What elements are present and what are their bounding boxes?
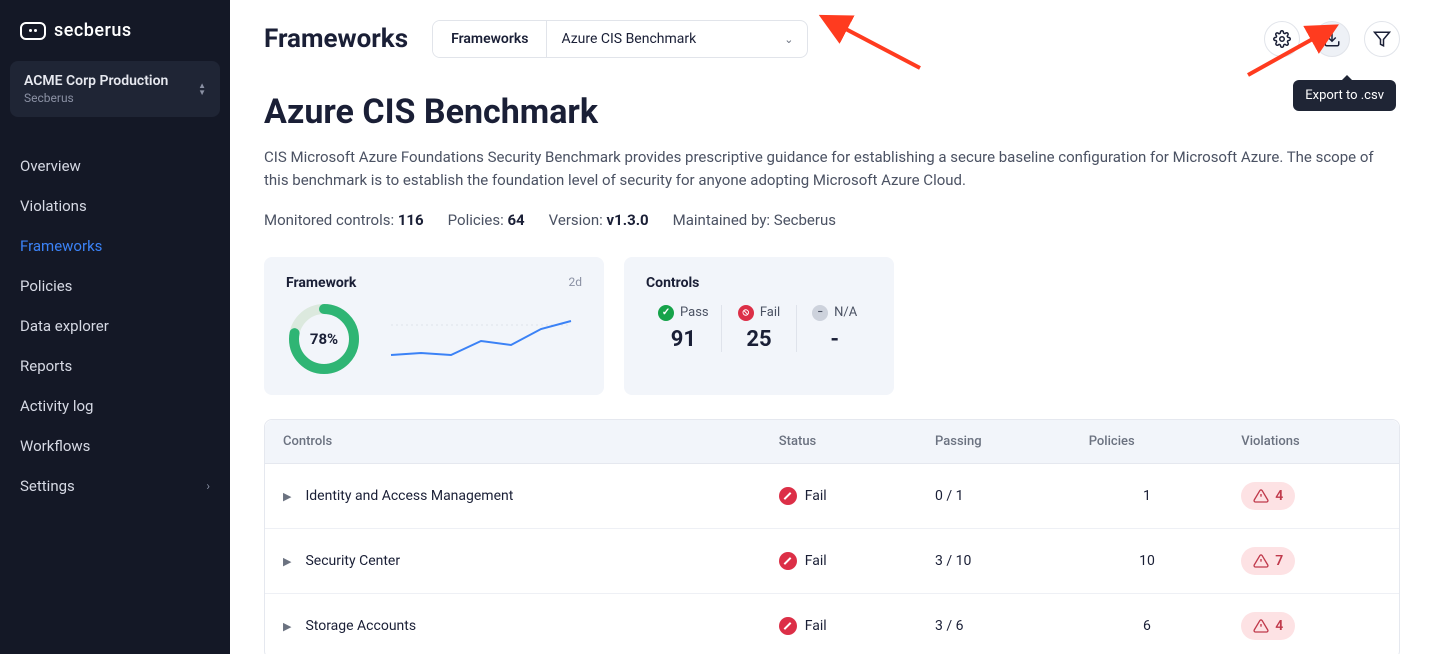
nav-violations[interactable]: Violations [0, 187, 230, 225]
expand-icon[interactable]: ▶ [283, 555, 291, 568]
controls-fail: ⦸Fail 25 [722, 305, 798, 352]
controls-table: Controls Status Passing Policies Violati… [264, 419, 1400, 654]
framework-description: CIS Microsoft Azure Foundations Security… [264, 146, 1384, 193]
page-title: Frameworks [264, 24, 408, 54]
table-row[interactable]: ▶ Security Center Fail 3 / 10 10 7 [265, 529, 1399, 594]
policies-cell: 10 [1071, 529, 1224, 594]
framework-title: Azure CIS Benchmark [264, 92, 1400, 132]
settings-button[interactable] [1264, 21, 1300, 57]
control-name: Storage Accounts [305, 618, 416, 634]
export-button[interactable] [1314, 21, 1350, 57]
main-nav: Overview Violations Frameworks Policies … [0, 137, 230, 515]
controls-card: Controls ✓Pass 91 ⦸Fail 25 −N/A - [624, 257, 894, 395]
fail-status-icon [779, 487, 797, 505]
nav-policies[interactable]: Policies [0, 267, 230, 305]
nav-frameworks[interactable]: Frameworks [0, 227, 230, 265]
score-pct: 78% [286, 301, 362, 377]
table-row[interactable]: ▶ Storage Accounts Fail 3 / 6 6 4 [265, 594, 1399, 654]
table-row[interactable]: ▶ Identity and Access Management Fail 0 /… [265, 464, 1399, 529]
org-sub: Secberus [24, 91, 168, 105]
topbar: Frameworks Frameworks Azure CIS Benchmar… [264, 20, 1400, 58]
trend-sparkline [380, 311, 582, 367]
th-violations[interactable]: Violations [1223, 420, 1399, 464]
nav-reports[interactable]: Reports [0, 347, 230, 385]
score-donut: 78% [286, 301, 362, 377]
download-icon [1323, 30, 1341, 48]
framework-card: 2d Framework 78% [264, 257, 604, 395]
fail-status-icon [779, 617, 797, 635]
violations-pill[interactable]: 7 [1241, 547, 1295, 575]
expand-icon[interactable]: ▶ [283, 620, 291, 633]
brand-text: secberus [54, 20, 132, 41]
th-policies[interactable]: Policies [1071, 420, 1224, 464]
main-content: Frameworks Frameworks Azure CIS Benchmar… [230, 0, 1434, 654]
sidebar: secberus ACME Corp Production Secberus ▲… [0, 0, 230, 654]
timeframe-badge: 2d [568, 275, 582, 289]
nav-activity-log[interactable]: Activity log [0, 387, 230, 425]
status-cell: Fail [779, 617, 899, 635]
chevron-right-icon: › [206, 479, 210, 493]
policies-cell: 6 [1071, 594, 1224, 654]
filter-icon [1373, 30, 1391, 48]
controls-card-title: Controls [646, 275, 872, 291]
check-icon: ✓ [658, 305, 674, 321]
controls-na: −N/A - [797, 305, 872, 352]
org-name: ACME Corp Production [24, 73, 168, 89]
th-passing[interactable]: Passing [917, 420, 1071, 464]
nav-data-explorer[interactable]: Data explorer [0, 307, 230, 345]
nav-workflows[interactable]: Workflows [0, 427, 230, 465]
fail-status-icon [779, 552, 797, 570]
framework-card-title: Framework [286, 275, 582, 291]
passing-cell: 3 / 10 [917, 529, 1071, 594]
logo-icon [20, 22, 46, 40]
violations-pill[interactable]: 4 [1241, 612, 1295, 640]
minus-icon: − [812, 305, 828, 321]
controls-pass: ✓Pass 91 [646, 305, 722, 352]
passing-cell: 3 / 6 [917, 594, 1071, 654]
framework-meta: Monitored controls: 116 Policies: 64 Ver… [264, 211, 1400, 229]
control-name: Identity and Access Management [305, 488, 513, 504]
filter-button[interactable] [1364, 21, 1400, 57]
chevron-down-icon: ⌄ [784, 33, 793, 46]
seg-label[interactable]: Frameworks [433, 21, 547, 57]
org-selector[interactable]: ACME Corp Production Secberus ▲▼ [10, 61, 220, 117]
control-name: Security Center [305, 553, 400, 569]
th-status[interactable]: Status [761, 420, 917, 464]
export-tooltip: Export to .csv [1293, 80, 1396, 111]
expand-icon[interactable]: ▶ [283, 490, 291, 503]
nav-overview[interactable]: Overview [0, 147, 230, 185]
th-controls[interactable]: Controls [265, 420, 761, 464]
policies-cell: 1 [1071, 464, 1224, 529]
status-cell: Fail [779, 552, 899, 570]
framework-selector: Frameworks Azure CIS Benchmark ⌄ [432, 20, 808, 58]
nav-settings[interactable]: Settings› [0, 467, 230, 505]
selected-framework: Azure CIS Benchmark [561, 31, 696, 47]
fail-icon: ⦸ [738, 305, 754, 321]
framework-dropdown[interactable]: Azure CIS Benchmark ⌄ [547, 21, 807, 57]
gear-icon [1273, 30, 1291, 48]
violations-pill[interactable]: 4 [1241, 482, 1295, 510]
selector-chevrons-icon: ▲▼ [198, 83, 206, 96]
passing-cell: 0 / 1 [917, 464, 1071, 529]
status-cell: Fail [779, 487, 899, 505]
brand-logo: secberus [0, 20, 230, 61]
